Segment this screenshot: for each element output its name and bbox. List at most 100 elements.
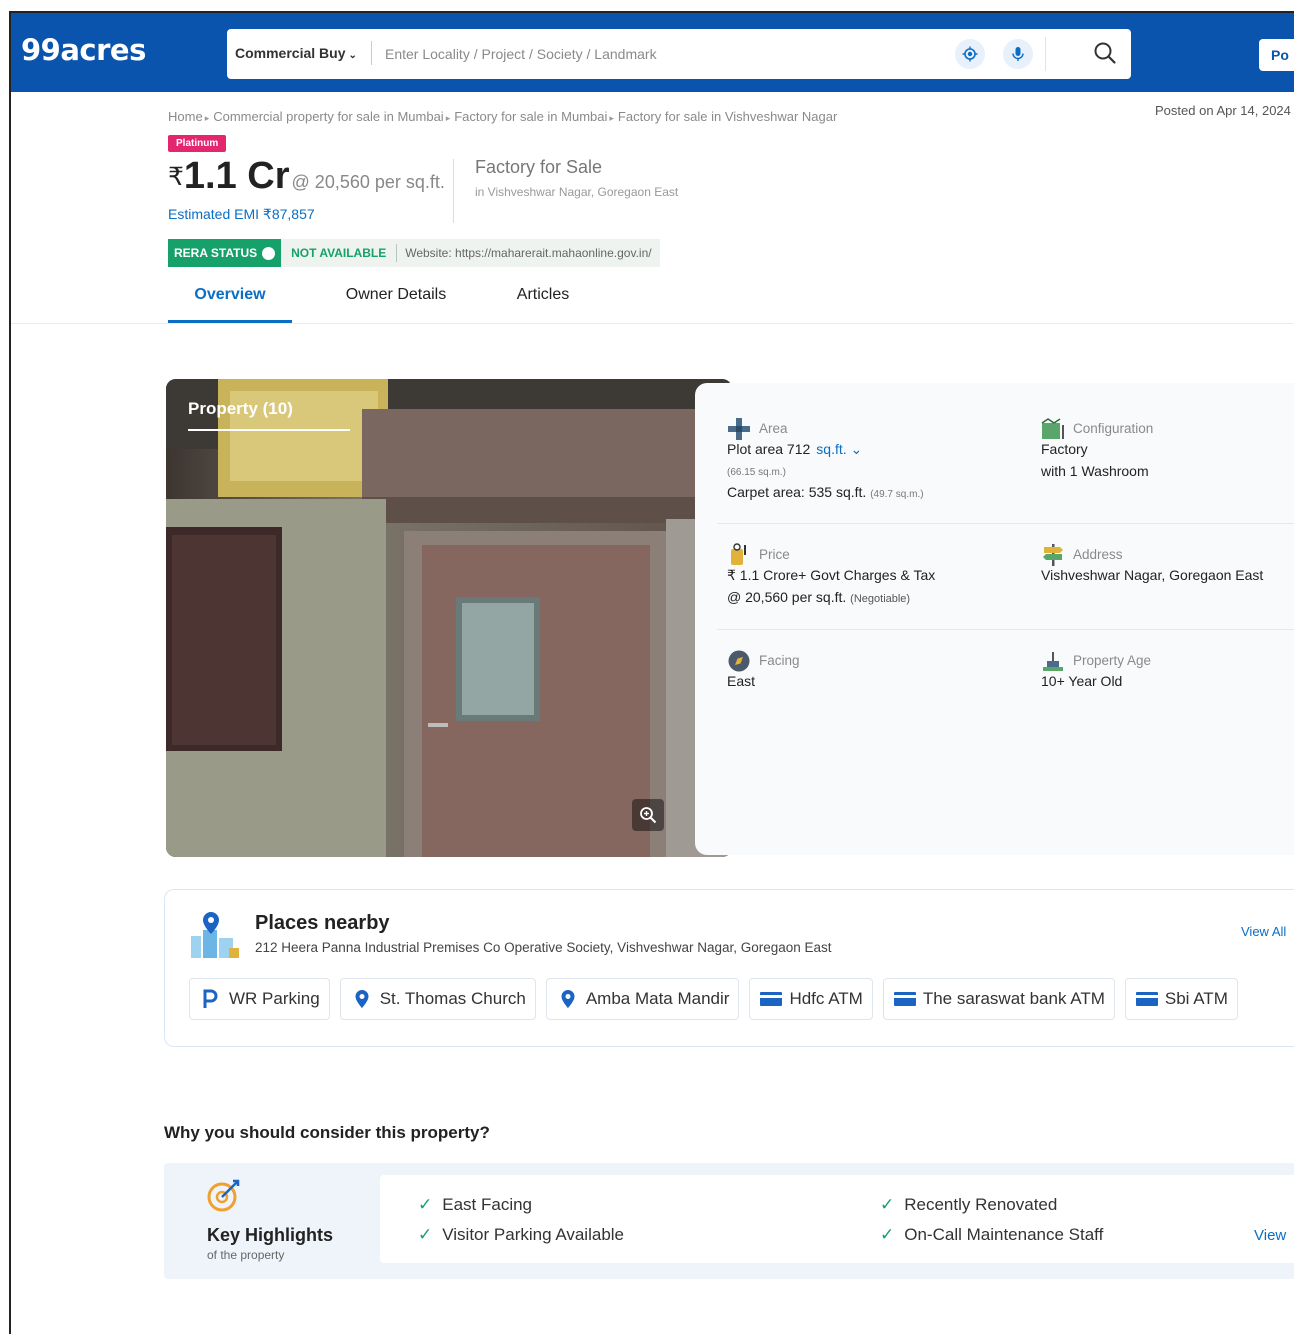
search-bar: Commercial Buy ⌄	[227, 29, 1131, 79]
divider	[717, 629, 1294, 630]
places-nearby-address: 212 Heera Panna Industrial Premises Co O…	[255, 940, 832, 955]
address-value: Vishveshwar Nagar, Goregaon East	[1041, 567, 1264, 583]
why-consider-title: Why you should consider this property?	[164, 1123, 490, 1142]
area-unit-dropdown[interactable]: sq.ft. ⌄	[816, 441, 862, 457]
nearby-chip-label: St. Thomas Church	[379, 989, 526, 1008]
property-type-heading: Factory for Sale	[475, 157, 603, 177]
atm-card-icon	[893, 988, 916, 1010]
microphone-icon[interactable]	[1003, 39, 1033, 69]
zoom-icon[interactable]	[632, 799, 664, 831]
platinum-badge: Platinum	[168, 135, 227, 152]
nearby-chip[interactable]: The saraswat bank ATM	[882, 978, 1115, 1020]
view-highlights-link[interactable]: View	[1254, 1227, 1286, 1244]
carpet-area-value: Carpet area: 535 sq.ft. (49.7 sq.m.)	[727, 484, 924, 500]
rera-status-label: RERA STATUS	[174, 246, 258, 260]
property-type-label: Commercial Buy	[235, 45, 346, 61]
highlights-list: ✓ East Facing ✓ Recently Renovated ✓ Visito…	[380, 1175, 1294, 1263]
estimated-emi-link[interactable]: Estimated EMI ₹87,857	[168, 206, 315, 223]
property-age-value: 10+ Year Old	[1041, 673, 1123, 689]
nearby-chip[interactable]: Hdfc ATM	[749, 978, 873, 1020]
locate-me-icon[interactable]	[955, 39, 985, 69]
nearby-chip-label: Amba Mata Mandir	[585, 989, 730, 1008]
compass-icon	[727, 649, 751, 673]
nearby-chip[interactable]: St. Thomas Church	[339, 978, 536, 1020]
checkmark-icon: ✓	[418, 1195, 433, 1214]
page-frame: 99acres Commercial Buy⌄ Po Home▸Commerci…	[9, 11, 1294, 1334]
atm-card-icon	[760, 988, 783, 1010]
tab-owner-details[interactable]: Owner Details	[292, 275, 500, 323]
parking-icon	[200, 988, 222, 1010]
divider	[717, 523, 1294, 524]
property-photo[interactable]: Property (10)	[166, 379, 732, 857]
property-age-label: Property Age	[1073, 653, 1152, 668]
rera-status-bar: RERA STATUS NOT AVAILABLE Website: https…	[168, 239, 660, 267]
nearby-chip-label: Hdfc ATM	[789, 989, 863, 1008]
property-door-image	[166, 379, 732, 857]
area-label: Area	[759, 421, 788, 436]
facing-value: East	[727, 673, 756, 689]
property-details-card: Area Plot area 712 sq.ft. ⌄ (66.15 sq.m.)…	[695, 383, 1294, 855]
search-icon[interactable]	[1091, 39, 1119, 67]
washroom-value: with 1 Washroom	[1041, 463, 1149, 479]
chevron-down-icon: ⌄	[348, 50, 357, 61]
nearby-chip-label: Sbi ATM	[1164, 989, 1228, 1008]
plot-area-value: Plot area 712 sq.ft. ⌄	[727, 441, 863, 457]
breadcrumb: Home ▸ Commercial property for sale in Mum…	[168, 109, 838, 124]
breadcrumb-item[interactable]: Factory for sale in Vishveshwar Nagar	[618, 109, 837, 124]
posted-date: Posted on Apr 14, 2024	[1155, 103, 1291, 118]
nearby-chip-label: WR Parking	[229, 989, 320, 1008]
places-nearby-title: Places nearby	[255, 912, 390, 934]
target-icon	[207, 1179, 241, 1218]
property-type-dropdown[interactable]: Commercial Buy ⌄	[235, 45, 357, 61]
price-per-sqft-value: @ 20,560 per sq.ft. (Negotiable)	[727, 589, 911, 605]
price: ₹1.1 Cr @ 20,560 per sq.ft.	[168, 155, 445, 198]
plot-area-sqm: (66.15 sq.m.)	[727, 467, 786, 478]
rera-value: NOT AVAILABLE	[291, 246, 387, 260]
places-nearby-section: Places nearby 212 Heera Panna Industrial…	[164, 889, 1294, 1047]
breadcrumb-item[interactable]: Commercial property for sale in Mumbai	[213, 109, 443, 124]
address-label: Address	[1073, 547, 1123, 562]
building-age-icon	[1041, 649, 1065, 673]
area-icon	[727, 417, 751, 441]
highlight-item: ✓ East Facing	[418, 1195, 533, 1214]
atm-card-icon	[1135, 988, 1158, 1010]
price-tag-icon	[727, 543, 751, 567]
nearby-chip-label: The saraswat bank ATM	[922, 989, 1105, 1008]
location-pin-icon	[557, 988, 579, 1010]
view-all-link[interactable]: View All	[1241, 924, 1286, 939]
photo-label-underline	[188, 429, 350, 431]
nearby-chip[interactable]: Sbi ATM	[1124, 978, 1238, 1020]
logo[interactable]: 99acres	[21, 33, 146, 67]
price-per-sqft: @ 20,560 per sq.ft.	[291, 172, 445, 192]
rera-website: Website: https://maharerait.mahaonline.g…	[405, 246, 652, 260]
highlight-item: ✓ On-Call Maintenance Staff	[880, 1225, 1104, 1244]
top-navbar: 99acres Commercial Buy⌄ Po	[11, 13, 1294, 92]
highlight-item: ✓ Recently Renovated	[880, 1195, 1058, 1214]
divider	[371, 41, 372, 65]
divider	[1045, 37, 1046, 71]
key-highlights-title: Key Highlights	[207, 1225, 334, 1245]
breadcrumb-item[interactable]: Home	[168, 109, 203, 124]
price-amount: 1.1 Cr	[183, 155, 290, 197]
photo-count-label[interactable]: Property (10)	[188, 399, 293, 419]
highlight-item: ✓ Visitor Parking Available	[418, 1225, 625, 1244]
rera-status-badge[interactable]: RERA STATUS	[168, 239, 282, 267]
nearby-chip[interactable]: Amba Mata Mandir	[545, 978, 740, 1020]
tab-articles[interactable]: Articles	[500, 275, 586, 323]
price-value: ₹ 1.1 Crore+ Govt Charges & Tax	[727, 567, 936, 583]
configuration-value: Factory	[1041, 441, 1088, 457]
nearby-chip[interactable]: WR Parking	[189, 978, 330, 1020]
checkmark-icon: ✓	[880, 1225, 895, 1244]
divider	[453, 159, 454, 223]
info-icon	[262, 246, 276, 260]
configuration-icon	[1041, 417, 1065, 441]
configuration-label: Configuration	[1073, 421, 1154, 436]
post-property-button[interactable]: Po	[1259, 39, 1294, 71]
breadcrumb-item[interactable]: Factory for sale in Mumbai	[454, 109, 607, 124]
search-input[interactable]	[385, 39, 945, 69]
key-highlights-section: Key Highlights of the property ✓ East Fac…	[164, 1163, 1294, 1279]
nearby-chips: WR Parking St. Thomas Church Amba Mata M…	[189, 978, 1238, 1020]
signpost-icon	[1041, 543, 1065, 567]
facing-label: Facing	[759, 653, 800, 668]
tab-overview[interactable]: Overview	[168, 275, 292, 323]
